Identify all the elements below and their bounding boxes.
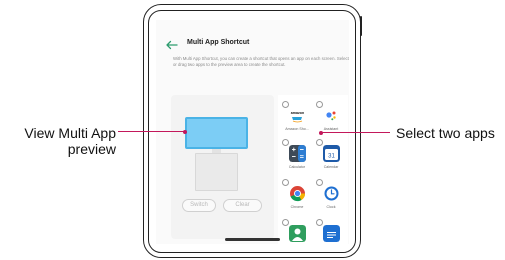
app-radio[interactable]	[282, 219, 289, 226]
calendar-day: 31	[328, 154, 335, 160]
callout-pointer-left	[118, 131, 185, 133]
preview-area[interactable]: Switch Clear	[171, 95, 274, 239]
app-radio[interactable]	[282, 139, 289, 146]
docs-icon	[323, 225, 340, 242]
callout-pointer-right	[321, 132, 390, 134]
callout-select-apps: Select two apps	[396, 125, 495, 141]
assistant-icon	[323, 107, 340, 124]
app-label: Chrome	[290, 205, 304, 209]
app-radio[interactable]	[316, 101, 323, 108]
app-label: Calendar	[323, 165, 339, 169]
page-title: Multi App Shortcut	[187, 39, 250, 46]
app-item-calculator[interactable]: Calculator	[282, 139, 312, 175]
app-radio[interactable]	[282, 101, 289, 108]
app-item-chrome[interactable]: Chrome	[282, 179, 312, 215]
clear-button[interactable]: Clear	[223, 199, 262, 212]
clock-icon	[323, 185, 340, 202]
back-arrow-icon[interactable]	[165, 40, 179, 50]
app-label: Clock	[326, 205, 336, 209]
app-list[interactable]: amazon Amazon Sho... Assistant Calculato…	[278, 95, 348, 252]
app-item-contacts[interactable]	[282, 219, 312, 252]
callout-line-1: View Multi App	[24, 125, 116, 141]
home-indicator	[225, 238, 280, 241]
app-item-docs[interactable]	[316, 219, 346, 252]
app-radio[interactable]	[316, 179, 323, 186]
calendar-icon: 31	[323, 145, 340, 162]
amazon-icon: amazon	[289, 107, 306, 124]
switch-button[interactable]: Switch	[182, 199, 216, 212]
callout-dot-right	[319, 130, 323, 135]
description-text: With Multi App Shortcut, you can create …	[173, 56, 349, 67]
device-side-button	[360, 16, 362, 36]
preview-bottom-slot[interactable]	[195, 153, 238, 191]
amazon-wordmark: amazon	[291, 111, 304, 115]
callout-view-preview: View Multi App preview	[6, 125, 116, 157]
app-label: Calculator	[288, 165, 306, 169]
callout-line-2: preview	[67, 141, 116, 157]
app-radio[interactable]	[282, 179, 289, 186]
app-radio[interactable]	[316, 139, 323, 146]
app-item-clock[interactable]: Clock	[316, 179, 346, 215]
calculator-icon	[289, 145, 306, 162]
app-label: Amazon Sho...	[285, 127, 309, 131]
app-item-amazon[interactable]: amazon Amazon Sho...	[282, 101, 312, 137]
callout-dot-left	[183, 129, 187, 134]
preview-top-slot[interactable]	[185, 117, 248, 149]
chrome-icon	[290, 186, 306, 202]
app-radio[interactable]	[316, 219, 323, 226]
contacts-icon	[289, 225, 306, 242]
app-item-calendar[interactable]: 31 Calendar	[316, 139, 346, 175]
